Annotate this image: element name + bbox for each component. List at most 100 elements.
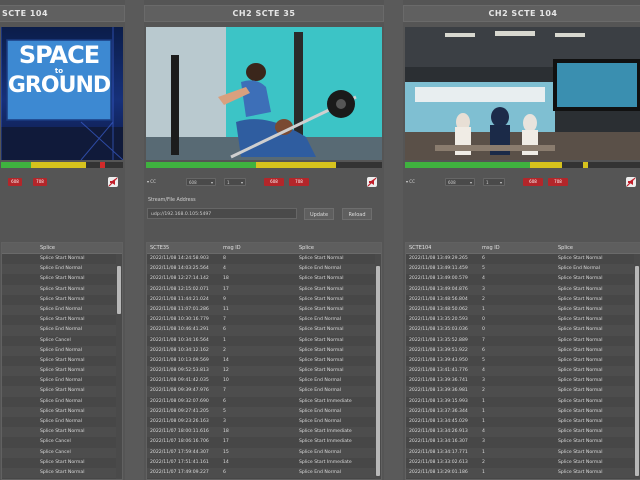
reload-button[interactable]: Reload: [342, 208, 372, 220]
table-cell: 18: [223, 276, 229, 282]
table-row[interactable]: 2022/11/08 13:35:03.036 0 Splice Start Nor…: [406, 325, 634, 336]
table-row[interactable]: 2022/11/08 13:34:17.771 1 Splice Start Nor…: [406, 447, 634, 458]
table-cell: 6: [482, 256, 485, 261]
table-row[interactable]: Splice Cancel: [2, 437, 116, 447]
table-cell: 14: [223, 357, 229, 363]
table-row[interactable]: 2022/11/08 13:34:16.307 3 Splice Start Nor…: [406, 437, 634, 447]
table-row[interactable]: Splice Start Normal: [2, 366, 116, 377]
table-row[interactable]: 2022/11/08 13:49:04.876 3 Splice Start Nor…: [406, 284, 634, 295]
caption-channel-select[interactable]: 1 ▾: [483, 178, 505, 186]
table-row[interactable]: 2022/11/08 13:41:41.776 4 Splice Start Nor…: [406, 366, 634, 377]
cc-608-button[interactable]: 608: [8, 178, 22, 186]
table-row[interactable]: 2022/11/08 13:39:15.993 1 Splice Start Nor…: [406, 397, 634, 407]
table-row[interactable]: 2022/11/08 14:24:58.903 8 Splice Start Nor…: [147, 254, 375, 264]
table-cell: Splice End Normal: [40, 347, 83, 353]
cc-dropdown[interactable]: ▾ CC: [147, 178, 169, 186]
cc-608-button[interactable]: 608: [523, 178, 543, 186]
table-row[interactable]: Splice Start Normal: [2, 458, 116, 468]
table-row[interactable]: Splice Start Normal: [2, 386, 116, 397]
table-cell: Splice Start Normal: [299, 256, 344, 261]
table-row[interactable]: Splice Start Normal: [2, 274, 116, 284]
table-row[interactable]: 2022/11/08 12:27:14.142 18 Splice Start No…: [147, 274, 375, 284]
table-row[interactable]: 2022/11/07 17:51:41.161 14 Splice Start Im…: [147, 458, 375, 468]
update-button[interactable]: Update: [304, 208, 334, 220]
caption-standard-select[interactable]: 608 ▾: [445, 178, 475, 186]
table-row[interactable]: 2022/11/08 11:07:01.286 11 Splice Start No…: [147, 304, 375, 316]
table-row[interactable]: 2022/11/08 13:48:50.062 1 Splice Start Nor…: [406, 304, 634, 316]
stream-address-input[interactable]: udp://192.168.0.105:5497: [147, 208, 297, 219]
table-row[interactable]: 2022/11/08 13:48:56.804 2 Splice Start Nor…: [406, 295, 634, 305]
cc-708-button[interactable]: 708: [289, 178, 309, 186]
table-row[interactable]: Splice Start Normal: [2, 254, 116, 264]
table-row[interactable]: Splice Start Normal: [2, 284, 116, 295]
table-row[interactable]: 2022/11/08 09:23:26.163 3 Splice End Norma…: [147, 417, 375, 427]
speaker-mute-icon[interactable]: [625, 176, 637, 188]
table-row[interactable]: Splice End Normal: [2, 325, 116, 336]
table-cell: 2022/11/08 10:34:12.162: [150, 347, 209, 353]
table-row[interactable]: 2022/11/08 10:34:12.162 2 Splice Start Nor…: [147, 345, 375, 356]
table-row[interactable]: Splice Start Normal: [2, 356, 116, 366]
table-row[interactable]: Splice End Normal: [2, 304, 116, 316]
table-row[interactable]: 2022/11/08 09:32:07.690 6 Splice Start Imm…: [147, 397, 375, 407]
speaker-mute-icon[interactable]: [107, 176, 119, 188]
table-row[interactable]: 2022/11/08 10:46:41.291 6 Splice Start Nor…: [147, 325, 375, 336]
table-row[interactable]: 2022/11/08 13:34:26.913 4 Splice Start Nor…: [406, 427, 634, 438]
table-row[interactable]: 2022/11/08 13:49:00.579 4 Splice Start Nor…: [406, 274, 634, 284]
speaker-mute-icon[interactable]: [366, 176, 378, 188]
table-row[interactable]: 2022/11/08 10:34:16.564 1 Splice Start Nor…: [147, 336, 375, 346]
table-row[interactable]: Splice Start Normal: [2, 315, 116, 325]
table-row[interactable]: Splice Start Normal: [2, 467, 116, 479]
table-row[interactable]: Splice End Normal: [2, 376, 116, 386]
table-row[interactable]: 2022/11/08 10:30:16.779 7 Splice End Norma…: [147, 315, 375, 325]
table-row[interactable]: 2022/11/08 09:39:47.976 7 Splice End Norma…: [147, 386, 375, 397]
cc-708-button[interactable]: 708: [33, 178, 47, 186]
table-row[interactable]: 2022/11/08 10:13:09.569 14 Splice Start No…: [147, 356, 375, 366]
table-row[interactable]: Splice Start Normal: [2, 406, 116, 417]
table-row[interactable]: 2022/11/07 18:06:16.706 17 Splice Start Im…: [147, 437, 375, 447]
table-row[interactable]: 2022/11/08 13:29:01.186 1 Splice Start Nor…: [406, 467, 634, 479]
table-row[interactable]: 2022/11/08 13:49:29.265 6 Splice Start Nor…: [406, 254, 634, 264]
table-row[interactable]: Splice Start Normal: [2, 427, 116, 438]
table-cell: 6: [223, 327, 226, 333]
table-scrollbar[interactable]: [375, 254, 381, 479]
table-row[interactable]: 2022/11/08 09:52:53.813 12 Splice Start No…: [147, 366, 375, 377]
table-cell: 2022/11/08 11:44:21.024: [150, 296, 209, 302]
table-row[interactable]: Splice End Normal: [2, 397, 116, 407]
caption-standard-select[interactable]: 608 ▾: [186, 178, 216, 186]
table-scrollbar[interactable]: [116, 254, 122, 479]
table-scrollbar[interactable]: [634, 254, 640, 479]
table-row[interactable]: Splice Cancel: [2, 336, 116, 346]
table-row[interactable]: 2022/11/08 13:39:43.950 5 Splice Start Nor…: [406, 356, 634, 366]
table-row[interactable]: Splice End Normal: [2, 345, 116, 356]
table-row[interactable]: 2022/11/08 14:03:25.564 4 Splice End Norma…: [147, 264, 375, 275]
table-row[interactable]: 2022/11/08 13:39:36.741 3 Splice Start Nor…: [406, 376, 634, 386]
table-row[interactable]: 2022/11/07 18:00:11.616 18 Splice Start Im…: [147, 427, 375, 438]
table-cell: 2022/11/08 10:30:16.779: [150, 317, 209, 323]
table-row[interactable]: 2022/11/08 13:39:51.922 6 Splice Start Nor…: [406, 345, 634, 356]
table-row[interactable]: 2022/11/08 13:49:11.459 5 Splice End Norma…: [406, 264, 634, 275]
table-row[interactable]: 2022/11/08 09:27:41.205 5 Splice End Norma…: [147, 406, 375, 417]
table-row[interactable]: 2022/11/08 12:15:02.071 17 Splice Start No…: [147, 284, 375, 295]
table-row[interactable]: 2022/11/08 13:35:20.593 0 Splice Start Nor…: [406, 315, 634, 325]
table-row[interactable]: 2022/11/08 13:35:52.889 7 Splice Start Nor…: [406, 336, 634, 346]
table-cell: Splice Start Normal: [40, 276, 85, 282]
caption-channel-select[interactable]: 1 ▾: [224, 178, 246, 186]
cc-608-button[interactable]: 608: [264, 178, 284, 186]
table-cell: 3: [223, 419, 226, 424]
table-row[interactable]: Splice Cancel: [2, 447, 116, 458]
table-row[interactable]: 2022/11/08 13:33:02.613 2 Splice Start Nor…: [406, 458, 634, 468]
table-row[interactable]: 2022/11/08 13:37:36.344 1 Splice Start Nor…: [406, 406, 634, 417]
cc-708-button[interactable]: 708: [548, 178, 568, 186]
table-row[interactable]: Splice End Normal: [2, 264, 116, 275]
table-row[interactable]: 2022/11/08 13:39:36.981 2 Splice Start Nor…: [406, 386, 634, 397]
table-row[interactable]: 2022/11/08 13:34:45.029 1 Splice Start Nor…: [406, 417, 634, 427]
table-row[interactable]: Splice End Normal: [2, 417, 116, 427]
table-row[interactable]: 2022/11/07 17:49:09.227 6 Splice End Norma…: [147, 467, 375, 479]
table-cell: 2022/11/08 09:23:26.163: [150, 419, 209, 424]
table-row[interactable]: 2022/11/08 11:44:21.024 9 Splice Start Nor…: [147, 295, 375, 305]
panel-title: CH2 SCTE 104: [403, 5, 640, 22]
table-row[interactable]: 2022/11/07 17:59:44.307 15 Splice End Norm…: [147, 447, 375, 458]
cc-dropdown[interactable]: ▾ CC: [406, 178, 428, 186]
table-row[interactable]: 2022/11/08 09:41:42.035 10 Splice End Norm…: [147, 376, 375, 386]
table-row[interactable]: Splice Start Normal: [2, 295, 116, 305]
